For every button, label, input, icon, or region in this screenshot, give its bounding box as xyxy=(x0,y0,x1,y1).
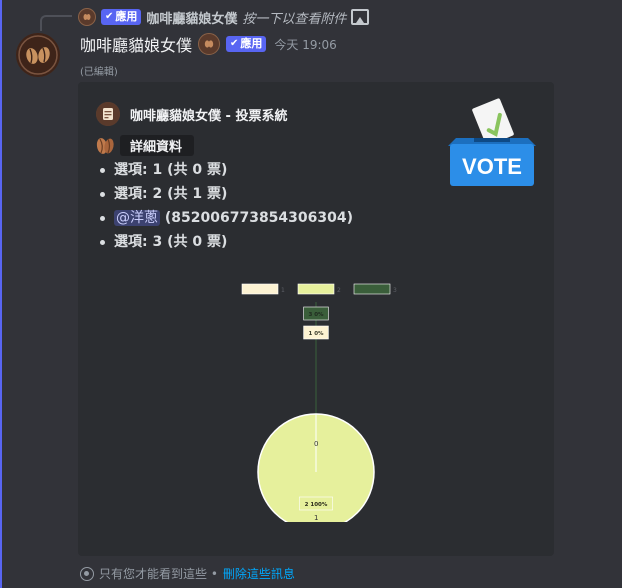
slice-percent-label: 3 0% xyxy=(308,312,324,318)
legend-label: 2 xyxy=(337,287,341,294)
coffee-bean-icon xyxy=(96,137,114,154)
poll-pie-chart: 1 2 3 0 1 3 0% 1 0% 2 100% xyxy=(241,283,397,522)
author-badge-icon xyxy=(198,33,221,55)
ephemeral-notice: 只有您才能看到這些 • 刪除這些訊息 xyxy=(80,565,295,582)
eye-icon xyxy=(80,566,94,581)
legend-label: 1 xyxy=(281,287,285,294)
reply-author[interactable]: 咖啡廳貓娘女僕 xyxy=(146,8,237,27)
check-icon: ✔ xyxy=(105,11,114,22)
legend-swatch xyxy=(353,283,391,295)
option-list: 選項: 1 (共 0 票) 選項: 2 (共 1 票) @洋蔥 (8520067… xyxy=(94,158,353,254)
user-mention[interactable]: @洋蔥 xyxy=(114,210,160,226)
legend-swatch xyxy=(241,283,279,295)
reply-connector xyxy=(40,15,72,31)
slice-percent-label: 2 100% xyxy=(305,502,328,508)
edited-marker: (已編輯) xyxy=(80,67,118,78)
notice-text: 只有您才能看到這些 • xyxy=(99,567,218,581)
embed-author-name: 咖啡廳貓娘女僕 - 投票系統 xyxy=(130,108,288,124)
reply-app-badge: ✔ 應用 xyxy=(101,9,142,25)
check-icon: ✔ xyxy=(230,38,239,49)
author-name[interactable]: 咖啡廳貓娘女僕 xyxy=(80,32,192,56)
option-item: 選項: 3 (共 0 票) xyxy=(99,230,353,254)
dismiss-link[interactable]: 刪除這些訊息 xyxy=(223,565,295,582)
vote-box-icon: VOTE xyxy=(448,98,536,186)
image-icon xyxy=(351,9,370,25)
user-id: (852006773854306304) xyxy=(160,210,354,226)
author-avatar[interactable] xyxy=(16,33,60,77)
reply-avatar[interactable] xyxy=(78,8,96,26)
option-item: 選項: 1 (共 0 票) xyxy=(99,158,353,182)
message-highlight-bar xyxy=(0,0,2,588)
timestamp[interactable]: 今天 19:06 xyxy=(274,36,336,53)
slice-value-label: 1 xyxy=(314,514,318,522)
message-header: 咖啡廳貓娘女僕 ✔ 應用 今天 19:06 xyxy=(80,33,337,55)
slice-value-label: 0 xyxy=(314,440,318,448)
poll-embed: 咖啡廳貓娘女僕 - 投票系統 VOTE 詳細資料 選項: 1 (共 0 票) 選… xyxy=(78,82,554,556)
option-item: @洋蔥 (852006773854306304) xyxy=(99,206,354,230)
legend-label: 3 xyxy=(393,287,397,294)
slice-percent-label: 1 0% xyxy=(308,331,324,337)
embed-author: 咖啡廳貓娘女僕 - 投票系統 xyxy=(96,102,287,126)
legend-swatch xyxy=(297,283,335,295)
detail-section: 詳細資料 xyxy=(94,135,195,156)
reply-text[interactable]: 按一下以查看附件 xyxy=(242,8,346,27)
app-badge: ✔ 應用 xyxy=(226,36,267,52)
vote-image-text: VOTE xyxy=(462,154,522,179)
reply-preview[interactable]: ✔ 應用 咖啡廳貓娘女僕 按一下以查看附件 xyxy=(78,7,370,27)
embed-author-icon xyxy=(96,102,120,126)
detail-label: 詳細資料 xyxy=(120,135,195,156)
option-item: 選項: 2 (共 1 票) xyxy=(99,182,353,206)
